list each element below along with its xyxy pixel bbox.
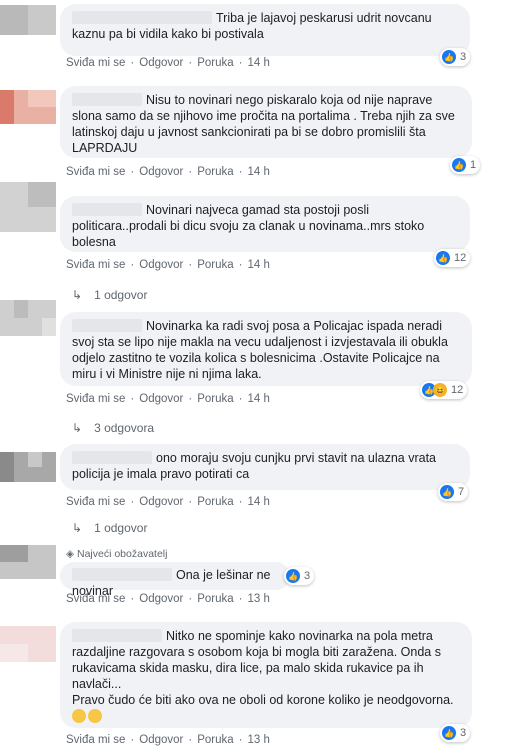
avatar[interactable] — [0, 5, 56, 35]
emoji-icon — [88, 709, 102, 723]
comment-actions: Sviđa mi se · Odgovor · Poruka · 14 h — [66, 259, 270, 271]
message-button[interactable]: Poruka — [197, 57, 233, 69]
comment-actions: Sviđa mi se · Odgovor · Poruka · 14 h — [66, 57, 270, 69]
like-icon: 👍 — [436, 251, 450, 265]
timestamp[interactable]: 14 h — [248, 393, 270, 405]
author-name[interactable] — [72, 203, 142, 216]
reply-button[interactable]: Odgovor — [139, 393, 183, 405]
timestamp[interactable]: 13 h — [248, 593, 270, 605]
comment-bubble: Triba je lajavoj peskarusi udrit novcanu… — [60, 4, 470, 56]
reaction-count[interactable]: 👍 3 — [284, 567, 315, 585]
reply-button[interactable]: Odgovor — [139, 496, 183, 508]
like-button[interactable]: Sviđa mi se — [66, 393, 125, 405]
like-button[interactable]: Sviđa mi se — [66, 593, 125, 605]
like-icon: 👍 — [286, 569, 300, 583]
top-fan-badge[interactable]: ◈ Najveći obožavatelj — [66, 548, 167, 560]
haha-icon: 😆 — [433, 383, 447, 397]
reaction-count[interactable]: 👍 12 — [434, 249, 471, 267]
avatar[interactable] — [0, 545, 56, 579]
reaction-count[interactable]: 👍 1 — [450, 156, 481, 174]
like-icon: 👍 — [442, 50, 456, 64]
like-button[interactable]: Sviđa mi se — [66, 734, 125, 746]
timestamp[interactable]: 13 h — [248, 734, 270, 746]
like-icon: 👍 — [452, 158, 466, 172]
comment-bubble: Nitko ne spominje kako novinarka na pola… — [60, 622, 472, 728]
reaction-count[interactable]: 👍 😆 12 — [420, 381, 468, 399]
comment-bubble: Novinari najveca gamad sta postoji posli… — [60, 196, 470, 252]
author-name[interactable] — [72, 451, 152, 464]
reply-button[interactable]: Odgovor — [139, 734, 183, 746]
avatar[interactable] — [0, 90, 56, 124]
reply-arrow-icon: ↳ — [72, 288, 83, 302]
view-replies-link[interactable]: ↳ 1 odgovor — [72, 288, 147, 302]
like-icon: 👍 — [440, 485, 454, 499]
reply-arrow-icon: ↳ — [72, 421, 83, 435]
avatar[interactable] — [0, 452, 56, 482]
author-name[interactable] — [72, 568, 172, 581]
comment-bubble: Novinarka ka radi svoj posa a Policajac … — [60, 312, 472, 386]
comment-bubble: Ona je lešinar ne novinar — [60, 562, 290, 598]
reaction-count[interactable]: 👍 3 — [440, 48, 471, 66]
like-icon: 👍 — [442, 726, 456, 740]
avatar[interactable] — [0, 626, 56, 662]
reply-button[interactable]: Odgovor — [139, 166, 183, 178]
timestamp[interactable]: 14 h — [248, 57, 270, 69]
reply-button[interactable]: Odgovor — [139, 259, 183, 271]
comment-bubble: ono moraju svoju cunjku prvi stavit na u… — [60, 444, 470, 490]
message-button[interactable]: Poruka — [197, 393, 233, 405]
author-name[interactable] — [72, 93, 142, 106]
comment-actions: Sviđa mi se · Odgovor · Poruka · 13 h — [66, 734, 270, 746]
view-replies-link[interactable]: ↳ 3 odgovora — [72, 421, 154, 435]
comment-actions: Sviđa mi se · Odgovor · Poruka · 13 h — [66, 593, 270, 605]
comment-actions: Sviđa mi se · Odgovor · Poruka · 14 h — [66, 393, 270, 405]
author-name[interactable] — [72, 629, 162, 642]
message-button[interactable]: Poruka — [197, 496, 233, 508]
message-button[interactable]: Poruka — [197, 166, 233, 178]
reaction-count[interactable]: 👍 3 — [440, 724, 471, 742]
like-button[interactable]: Sviđa mi se — [66, 57, 125, 69]
emoji-icon — [72, 709, 86, 723]
message-button[interactable]: Poruka — [197, 593, 233, 605]
message-button[interactable]: Poruka — [197, 259, 233, 271]
author-name[interactable] — [72, 319, 142, 332]
timestamp[interactable]: 14 h — [248, 496, 270, 508]
comment-text-2: Pravo čudo će biti ako ova ne oboli od k… — [72, 693, 454, 707]
like-button[interactable]: Sviđa mi se — [66, 496, 125, 508]
timestamp[interactable]: 14 h — [248, 259, 270, 271]
like-button[interactable]: Sviđa mi se — [66, 166, 125, 178]
like-button[interactable]: Sviđa mi se — [66, 259, 125, 271]
diamond-icon: ◈ — [66, 548, 77, 560]
avatar[interactable] — [0, 300, 56, 336]
reply-button[interactable]: Odgovor — [139, 57, 183, 69]
timestamp[interactable]: 14 h — [248, 166, 270, 178]
reply-arrow-icon: ↳ — [72, 521, 83, 535]
reply-button[interactable]: Odgovor — [139, 593, 183, 605]
view-replies-link[interactable]: ↳ 1 odgovor — [72, 521, 147, 535]
comment-actions: Sviđa mi se · Odgovor · Poruka · 14 h — [66, 496, 270, 508]
author-name[interactable] — [72, 11, 212, 24]
comment-bubble: Nisu to novinari nego piskaralo koja od … — [60, 86, 472, 158]
reaction-count[interactable]: 👍 7 — [438, 483, 469, 501]
comment-actions: Sviđa mi se · Odgovor · Poruka · 14 h — [66, 166, 270, 178]
message-button[interactable]: Poruka — [197, 734, 233, 746]
avatar[interactable] — [0, 182, 56, 232]
